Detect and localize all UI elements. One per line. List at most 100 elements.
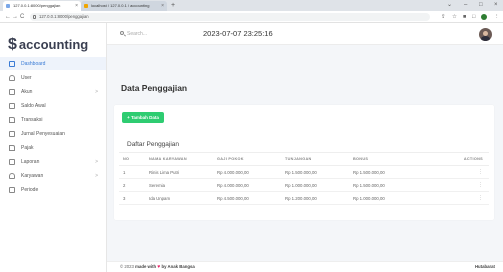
tab-favicon-icon (6, 4, 10, 8)
sidebar-item-label: Karyawan (21, 172, 44, 179)
employee-icon (9, 172, 15, 179)
sidebar-toggle-icon[interactable]: □ (472, 11, 475, 23)
brand-logo[interactable]: $ accounting (8, 37, 88, 53)
cell-bonus: Rp 1.000.000,00 (349, 191, 417, 205)
sidebar-item-dashboard[interactable]: Dashboard (0, 57, 106, 70)
report-icon (9, 158, 15, 165)
search-icon (120, 31, 124, 35)
sidebar-item-saldo-awal[interactable]: Saldo Awal (0, 99, 106, 112)
lock-icon (33, 15, 36, 19)
sidebar-item-label: Akun (21, 88, 33, 95)
cell-bonus: Rp 1.500.000,00 (349, 165, 417, 179)
cell-gaji-pokok: Rp 4.500.000,00 (213, 191, 281, 205)
back-button[interactable]: ← (5, 11, 11, 23)
dollar-icon: $ (8, 36, 17, 53)
column-header-nama-karyawan: NAMA KARYAWAN (145, 152, 213, 166)
actions-menu-icon[interactable]: ⋮ (478, 169, 483, 175)
close-window-button[interactable]: × (494, 0, 498, 11)
url-field[interactable]: 127.0.0.1:8000/penggajian (30, 13, 430, 21)
reload-button[interactable]: C (20, 11, 24, 23)
user-icon (9, 74, 15, 81)
column-header-bonus: BONUS (349, 152, 417, 166)
sidebar-item-karyawan[interactable]: Karyawan > (0, 169, 106, 182)
payroll-table: NO NAMA KARYAWAN GAJI POKOK TUNJANGAN BO… (119, 152, 489, 205)
footer-author: by Anak Bangsa (160, 264, 195, 269)
balance-icon (9, 102, 15, 109)
new-tab-button[interactable]: + (171, 0, 175, 11)
cell-gaji-pokok: Rp 4.000.000,00 (213, 178, 281, 192)
tab-close-icon[interactable]: × (161, 1, 164, 11)
tax-icon (9, 144, 15, 151)
sidebar-item-label: Laporan (21, 158, 40, 165)
cell-nama: Seremia (145, 178, 213, 192)
cell-bonus: Rp 1.500.000,00 (349, 178, 417, 192)
sidebar-item-label: Transaksi (21, 116, 43, 123)
cell-no: 2 (119, 178, 145, 192)
cell-nama: Ida Unpam (145, 191, 213, 205)
sidebar-item-label: Jurnal Penyesuaian (21, 130, 65, 137)
top-navbar: 2023-07-07 23:25:16 (107, 23, 503, 45)
column-header-actions: ACTIONS (417, 152, 489, 166)
extension-icon[interactable]: ■ (463, 11, 466, 23)
list-title: Daftar Penggajian (127, 141, 180, 148)
address-bar: ← → C 127.0.0.1:8000/penggajian ⇪ ☆ ■ □ … (0, 11, 503, 23)
search-input[interactable] (127, 29, 187, 38)
cell-no: 3 (119, 191, 145, 205)
cell-tunjangan: Rp 1.500.000,00 (281, 165, 349, 179)
column-header-no: NO (119, 152, 145, 166)
cell-gaji-pokok: Rp 4.000.000,00 (213, 165, 281, 179)
avatar[interactable] (479, 28, 492, 41)
maximize-button[interactable]: □ (479, 0, 483, 11)
account-icon (9, 88, 15, 95)
footer-right-text: Hutabarat (474, 264, 495, 269)
journal-icon (9, 130, 15, 137)
sidebar-item-label: Dashboard (21, 60, 46, 67)
tab-favicon-icon (84, 4, 88, 8)
sidebar-item-akun[interactable]: Akun > (0, 85, 106, 98)
sidebar-item-label: User (21, 74, 32, 81)
footer-made-with: made with (135, 264, 157, 269)
browser-menu-icon[interactable]: ⋮ (494, 11, 500, 23)
sidebar: $ accounting Dashboard User Akun > Saldo… (0, 23, 107, 272)
actions-menu-icon[interactable]: ⋮ (478, 195, 483, 201)
minimize-button[interactable]: – (464, 0, 467, 11)
current-datetime: 2023-07-07 23:25:16 (203, 29, 273, 38)
profile-icon[interactable] (481, 14, 487, 20)
table-header-row: NO NAMA KARYAWAN GAJI POKOK TUNJANGAN BO… (119, 152, 489, 166)
sidebar-item-periode[interactable]: Periode (0, 183, 106, 196)
table-row: 2 Seremia Rp 4.000.000,00 Rp 1.000.000,0… (119, 178, 489, 192)
sidebar-item-pajak[interactable]: Pajak (0, 141, 106, 154)
home-icon (9, 60, 15, 67)
browser-tab-penggajian[interactable]: 127.0.0.1:8000/penggajian × (3, 1, 81, 11)
column-header-gaji-pokok: GAJI POKOK (213, 152, 281, 166)
table-row: 1 Rinis Lima Putri Rp 4.000.000,00 Rp 1.… (119, 165, 489, 179)
sidebar-item-user[interactable]: User (0, 71, 106, 84)
cell-tunjangan: Rp 1.000.000,00 (281, 178, 349, 192)
share-icon[interactable]: ⇪ (441, 11, 446, 23)
footer-copyright: © 2023 (120, 264, 136, 269)
browser-tab-bar: 127.0.0.1:8000/penggajian × localhost / … (0, 0, 503, 11)
page-title: Data Penggajian (121, 83, 188, 93)
cell-nama: Rinis Lima Putri (145, 165, 213, 179)
sidebar-item-transaksi[interactable]: Transaksi (0, 113, 106, 126)
sidebar-item-label: Saldo Awal (21, 102, 46, 109)
url-text: 127.0.0.1:8000/penggajian (39, 14, 89, 19)
footer-credit: © 2023 made with ♥ by Anak Bangsa (120, 262, 195, 272)
column-header-tunjangan: TUNJANGAN (281, 152, 349, 166)
sidebar-item-laporan[interactable]: Laporan > (0, 155, 106, 168)
tab-title: 127.0.0.1:8000/penggajian (13, 3, 61, 8)
sidebar-item-label: Pajak (21, 144, 34, 151)
tab-close-icon[interactable]: × (75, 1, 78, 11)
cell-tunjangan: Rp 1.200.000,00 (281, 191, 349, 205)
tab-search-icon[interactable]: ⌄ (447, 0, 452, 11)
browser-tab-phpmyadmin[interactable]: localhost / 127.0.0.1 / accounting × (81, 1, 167, 11)
actions-menu-icon[interactable]: ⋮ (478, 182, 483, 188)
bookmark-star-icon[interactable]: ☆ (452, 11, 457, 23)
forward-button[interactable]: → (12, 11, 18, 23)
add-data-button[interactable]: + Tambah Data (122, 112, 164, 123)
tab-title: localhost / 127.0.0.1 / accounting (91, 3, 150, 8)
transaction-icon (9, 116, 15, 123)
sidebar-item-label: Periode (21, 186, 39, 193)
brand-name: accounting (18, 37, 89, 52)
sidebar-item-jurnal-penyesuaian[interactable]: Jurnal Penyesuaian (0, 127, 106, 140)
